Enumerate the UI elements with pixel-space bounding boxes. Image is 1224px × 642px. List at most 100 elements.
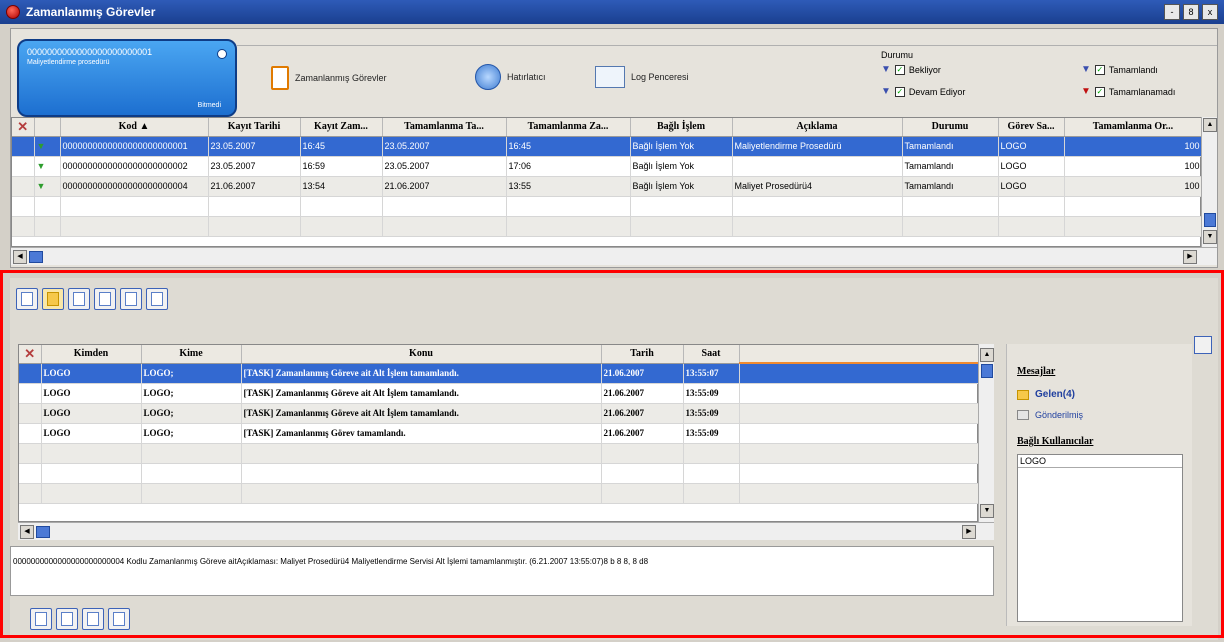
print-button[interactable] — [56, 608, 78, 630]
reply-button[interactable] — [30, 608, 52, 630]
scroll-right-icon[interactable]: ▶ — [962, 525, 976, 539]
mail-row[interactable]: LOGO LOGO; [TASK] Zamanlanmış Görev tamaml… — [19, 423, 980, 444]
log-window-icon — [595, 66, 625, 88]
grid-settings-icon[interactable]: ✕ — [19, 345, 42, 364]
col-header[interactable]: Tarih — [601, 345, 684, 364]
mail-vertical-scrollbar[interactable]: ▲ ▼ — [978, 344, 994, 522]
forward-button[interactable] — [108, 608, 130, 630]
info-button[interactable] — [120, 288, 142, 310]
scroll-thumb[interactable] — [29, 251, 43, 263]
funnel-icon: ▼ — [881, 86, 891, 97]
mail-row[interactable]: LOGO LOGO; [TASK] Zamanlanmış Göreve ait A… — [19, 403, 980, 424]
col-header[interactable]: Konu — [241, 345, 602, 364]
table-row[interactable]: ▼ 0000000000000000000000002 23.05.2007 16:… — [12, 156, 1203, 177]
log-window-label: Log Penceresi — [631, 72, 689, 82]
title-bar: Zamanlanmış Görevler - 8 x — [0, 0, 1224, 24]
delete-button[interactable] — [68, 288, 90, 310]
col-header[interactable]: Kayıt Zam... — [300, 118, 383, 137]
funnel-icon: ▼ — [1081, 64, 1091, 75]
active-task-code: 0000000000000000000000001 — [27, 47, 153, 57]
trash-icon — [73, 292, 85, 306]
col-header[interactable]: Kayıt Tarihi — [208, 118, 301, 137]
active-task-status: Bitmedi — [197, 102, 221, 109]
open-button[interactable] — [42, 288, 64, 310]
flag-icon: ▼ — [36, 161, 46, 171]
delete-message-button[interactable] — [82, 608, 104, 630]
scroll-left-icon[interactable]: ◀ — [20, 525, 34, 539]
scroll-thumb[interactable] — [1204, 213, 1216, 227]
user-item[interactable]: LOGO — [1018, 455, 1182, 468]
scroll-up-icon[interactable]: ▲ — [980, 348, 994, 362]
col-header[interactable]: Kimden — [41, 345, 142, 364]
col-header[interactable]: Kod ▲ — [60, 118, 209, 137]
reminder-button[interactable]: Hatırlatıcı — [475, 64, 546, 90]
mail-row-empty — [19, 483, 980, 504]
inbox-item[interactable]: Gelen(4) — [1017, 389, 1192, 400]
scroll-thumb[interactable] — [981, 364, 993, 378]
toolbar-strip: Zamanlanmış Görevler Hatırlatıcı Log Pen… — [237, 45, 1217, 115]
properties-icon — [151, 292, 163, 306]
scheduled-tasks-button[interactable]: Zamanlanmış Görevler — [271, 66, 387, 90]
message-preview[interactable]: 0000000000000000000000004 Kodlu Zamanlan… — [10, 546, 994, 596]
checkbox-icon[interactable]: ✓ — [894, 86, 905, 97]
new-message-button[interactable] — [16, 288, 38, 310]
scroll-up-icon[interactable]: ▲ — [1203, 118, 1217, 132]
mail-row[interactable]: LOGO LOGO; [TASK] Zamanlanmış Göreve ait A… — [19, 383, 980, 404]
scroll-thumb[interactable] — [36, 526, 50, 538]
table-row[interactable]: ▼ 0000000000000000000000004 21.06.2007 13:… — [12, 176, 1203, 197]
close-button[interactable]: x — [1202, 4, 1218, 20]
scroll-down-icon[interactable]: ▼ — [1203, 230, 1217, 244]
filter-not-completed[interactable]: ▼ ✓ Tamamlanamadı — [1081, 86, 1175, 97]
col-header[interactable]: Tamamlanma Za... — [506, 118, 631, 137]
scroll-left-icon[interactable]: ◀ — [13, 250, 27, 264]
scroll-down-icon[interactable]: ▼ — [980, 504, 994, 518]
clipboard-icon — [271, 66, 289, 90]
filter-waiting-label: Bekliyor — [908, 64, 941, 75]
col-header[interactable]: Açıklama — [732, 118, 903, 137]
col-header[interactable]: Tamamlanma Ta... — [382, 118, 507, 137]
connected-users-list[interactable]: LOGO — [1017, 454, 1183, 622]
messages-panel-area: ✕ Kimden Kime Konu Tarih Saat LOGO LOGO;[… — [10, 278, 1218, 640]
col-header[interactable]: Saat — [683, 345, 740, 364]
filter-in-progress[interactable]: ▼ ✓ Devam Ediyor — [881, 86, 965, 97]
flag-icon: ▼ — [36, 181, 46, 191]
print-icon — [61, 612, 73, 626]
log-window-button[interactable]: Log Penceresi — [595, 66, 689, 88]
forward-icon — [113, 612, 125, 626]
mail-row[interactable]: LOGO LOGO; [TASK] Zamanlanmış Göreve ait A… — [19, 363, 980, 384]
reply-icon — [35, 612, 47, 626]
checkbox-icon[interactable]: ✓ — [894, 64, 905, 75]
checkbox-icon[interactable]: ✓ — [1094, 86, 1105, 97]
mail-horizontal-scrollbar[interactable]: ◀ ▶ — [18, 522, 994, 540]
arrow-right-icon[interactable] — [217, 49, 227, 59]
new-document-icon — [21, 292, 33, 306]
funnel-red-icon: ▼ — [1081, 86, 1091, 97]
tasks-horizontal-scrollbar[interactable]: ◀ ▶ — [11, 247, 1217, 265]
sent-item[interactable]: Gönderilmiş — [1017, 410, 1192, 420]
table-row-empty — [12, 216, 1203, 237]
col-header[interactable]: Tamamlanma Or... — [1064, 118, 1203, 137]
filter-waiting[interactable]: ▼ ✓ Bekliyor — [881, 64, 941, 75]
tasks-vertical-scrollbar[interactable]: ▲ ▼ — [1201, 117, 1217, 247]
tasks-header: ✕ Kod ▲ Kayıt Tarihi Kayıt Zam... Tamaml… — [12, 118, 1203, 137]
alarm-icon — [475, 64, 501, 90]
checkbox-icon[interactable]: ✓ — [1094, 64, 1105, 75]
mail-grid: ✕ Kimden Kime Konu Tarih Saat LOGO LOGO;[… — [18, 344, 980, 522]
minimize-button[interactable]: - — [1164, 4, 1180, 20]
col-header[interactable]: Görev Sa... — [998, 118, 1065, 137]
maximize-button[interactable]: 8 — [1183, 4, 1199, 20]
scroll-right-icon[interactable]: ▶ — [1183, 250, 1197, 264]
table-row[interactable]: ▼ 0000000000000000000000001 23.05.2007 16:… — [12, 136, 1203, 157]
panel-toggle-icon[interactable] — [1194, 336, 1212, 354]
trash-icon — [87, 612, 99, 626]
save-button[interactable] — [94, 288, 116, 310]
properties-button[interactable] — [146, 288, 168, 310]
col-header[interactable]: Durumu — [902, 118, 999, 137]
funnel-icon: ▼ — [881, 64, 891, 75]
active-task-card[interactable]: 0000000000000000000000001 Maliyetlendirm… — [17, 39, 237, 117]
grid-settings-icon[interactable]: ✕ — [12, 118, 35, 137]
col-header[interactable]: Bağlı İşlem — [630, 118, 733, 137]
col-header[interactable]: Kime — [141, 345, 242, 364]
filter-completed[interactable]: ▼ ✓ Tamamlandı — [1081, 64, 1158, 75]
info-icon — [125, 292, 137, 306]
